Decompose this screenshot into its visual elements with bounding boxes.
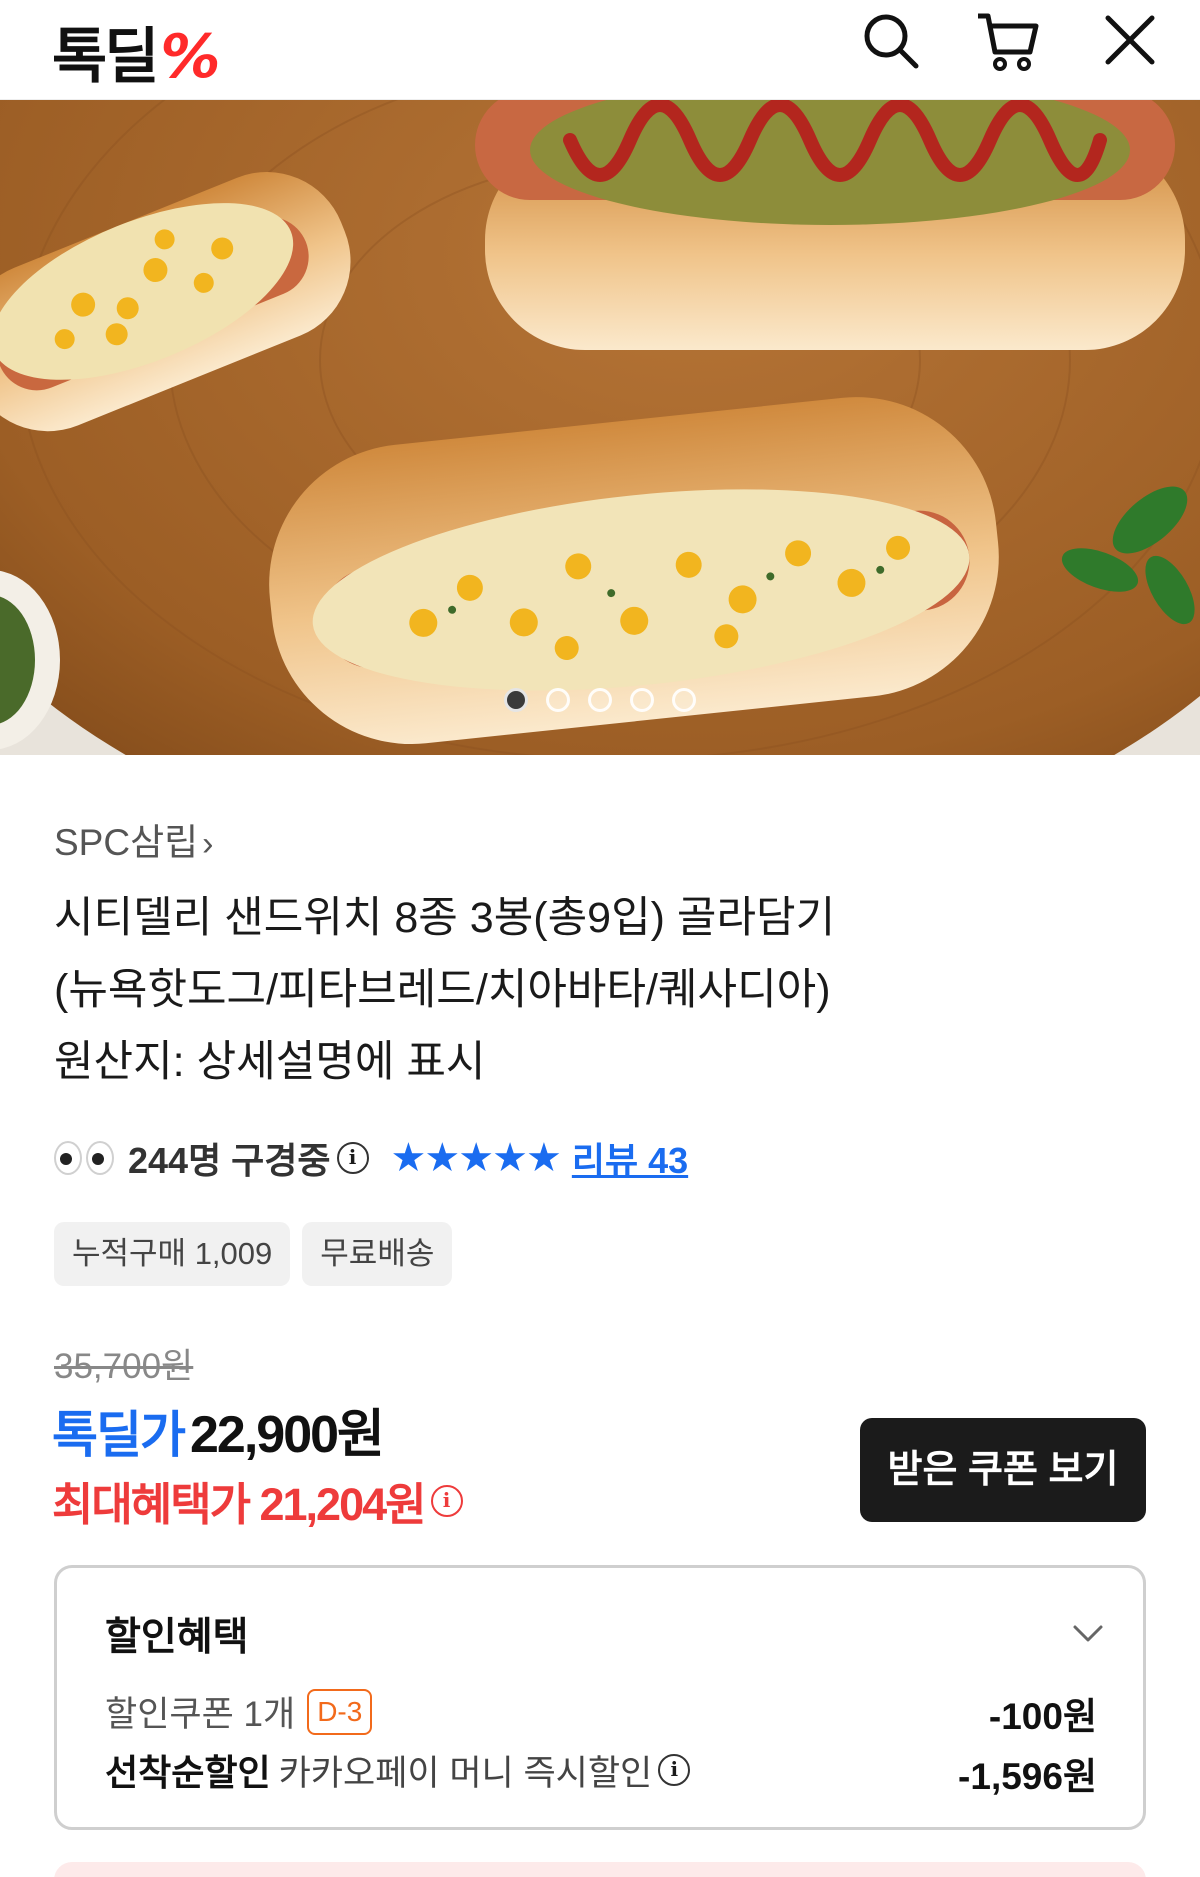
info-icon[interactable]: i	[658, 1754, 691, 1786]
dday-badge: D-3	[307, 1688, 373, 1735]
pagination-dot[interactable]	[588, 688, 612, 712]
brand-name: SPC삼립	[54, 822, 199, 863]
pagination-dot[interactable]	[630, 688, 654, 712]
top-header: 톡딜%	[0, 0, 1200, 100]
pagination-dot[interactable]	[672, 688, 696, 712]
gallery-pagination	[504, 688, 696, 712]
original-price: 35,700원	[54, 1347, 194, 1386]
eyes-icon	[54, 1141, 114, 1175]
product-stats: 244명 구경중 i ★★★★★ 리뷰 43	[54, 1135, 688, 1181]
cart-icon[interactable]	[972, 6, 1042, 76]
firstcome-label: 선착순할인	[105, 1752, 271, 1793]
tag-free-shipping: 무료배송	[302, 1222, 453, 1286]
coupon-label: 할인쿠폰 1개	[105, 1695, 296, 1734]
coupon-discount-value: -100원	[988, 1696, 1097, 1737]
firstcome-discount-value: -1,596원	[958, 1756, 1097, 1797]
rating-stars: ★★★★★	[390, 1136, 562, 1180]
tag-cumulative-purchases: 누적구매 1,009	[54, 1222, 291, 1286]
kakaopay-label: 카카오페이 머니 즉시할인	[278, 1753, 653, 1793]
viewer-count: 244명 구경중	[128, 1140, 331, 1181]
info-icon[interactable]: i	[430, 1484, 463, 1517]
pagination-dot[interactable]	[504, 688, 528, 712]
deal-price-row: 톡딜가 22,900원	[52, 1392, 385, 1467]
pagination-dot[interactable]	[546, 688, 570, 712]
chevron-down-icon[interactable]	[1071, 1616, 1105, 1650]
product-title: 시티델리 샌드위치 8종 3봉(총9입) 골라담기 (뉴욕핫도그/피타브레드/치…	[54, 882, 835, 1098]
chevron-right-icon: ›	[202, 825, 214, 863]
search-icon[interactable]	[856, 6, 926, 76]
logo-text: 톡딜	[52, 22, 159, 92]
view-coupons-button[interactable]: 받은 쿠폰 보기	[860, 1418, 1146, 1522]
info-icon[interactable]: i	[336, 1142, 369, 1174]
close-icon[interactable]	[1094, 6, 1164, 76]
title-line: (뉴욕핫도그/피타브레드/치아바타/퀘사디아)	[54, 966, 831, 1014]
max-benefit-price: 최대혜택가 21,204원	[52, 1479, 427, 1530]
logo-percent-mark: %	[160, 22, 220, 92]
deal-price: 22,900원	[190, 1406, 385, 1464]
title-line: 시티델리 샌드위치 8종 3봉(총9입) 골라담기	[54, 894, 836, 942]
deal-price-label: 톡딜가	[52, 1407, 186, 1463]
discount-title: 할인혜택	[105, 1616, 249, 1659]
coupon-discount-row: 할인쿠폰 1개 D-3	[105, 1686, 373, 1737]
max-benefit-row: 최대혜택가 21,204원 i	[52, 1468, 463, 1533]
review-link[interactable]: 리뷰 43	[572, 1132, 688, 1184]
talkdeal-logo[interactable]: 톡딜%	[52, 8, 221, 95]
next-section-edge	[54, 1862, 1146, 1877]
product-photo	[0, 100, 1200, 755]
origin-line: 원산지: 상세설명에 표시	[54, 1038, 486, 1086]
firstcome-discount-row: 선착순할인 카카오페이 머니 즉시할인 i	[105, 1744, 691, 1796]
discount-benefits-panel[interactable]: 할인혜택 할인쿠폰 1개 D-3 -100원 선착순할인 카카오페이 머니 즉시…	[54, 1565, 1146, 1830]
brand-link[interactable]: SPC삼립 ›	[54, 812, 214, 866]
product-image-gallery[interactable]	[0, 100, 1200, 755]
product-tags: 누적구매 1,009 무료배송	[54, 1222, 453, 1286]
